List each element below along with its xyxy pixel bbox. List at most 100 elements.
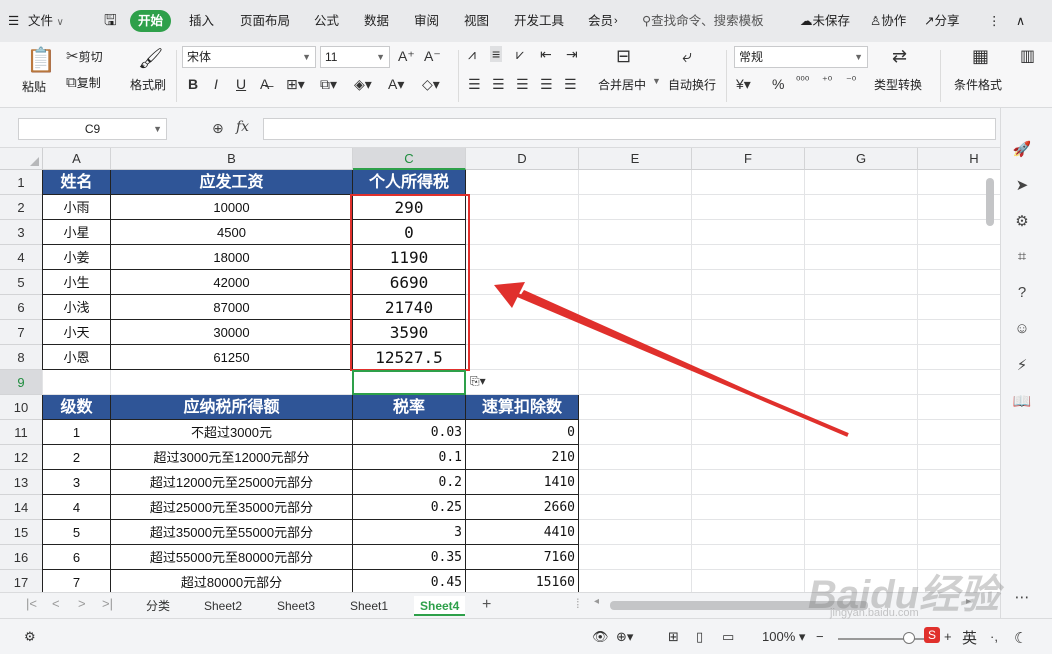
paste-button[interactable]: 粘贴 (22, 78, 46, 95)
more-options-icon[interactable]: ⋯ (1011, 588, 1033, 606)
sheet-tab-active[interactable]: Sheet4 (414, 596, 466, 616)
last-sheet-icon[interactable]: >| (102, 596, 113, 611)
ime-mode[interactable]: 英 (962, 627, 977, 648)
tab-view[interactable]: 视图 (464, 10, 489, 32)
lightning-icon[interactable]: ⚡ (1011, 356, 1033, 374)
tab-formula[interactable]: 公式 (314, 10, 339, 32)
align-right-icon[interactable]: ☰ (516, 76, 529, 93)
align-top-icon[interactable]: ⩘ (468, 46, 476, 63)
align-middle-icon[interactable]: ≡ (490, 46, 503, 62)
formula-input[interactable] (263, 118, 996, 140)
number-format-select[interactable]: 常规 ▼ (734, 46, 868, 68)
font-color-icon[interactable]: A▾ (388, 76, 404, 93)
chevron-down-icon[interactable]: ▼ (652, 76, 661, 86)
convert-icon[interactable]: ⇄ (892, 46, 907, 67)
robot-icon[interactable]: ☺ (1011, 320, 1033, 337)
decrease-decimal-icon[interactable]: ⁻⁰ (846, 74, 856, 87)
tab-page-layout[interactable]: 页面布局 (240, 10, 290, 32)
zoom-level[interactable]: 100% ▾ (762, 629, 805, 645)
indent-decrease-icon[interactable]: ⇤ (540, 46, 552, 63)
distribute-icon[interactable]: ☰ (564, 76, 577, 93)
rocket-icon[interactable]: 🚀 (1011, 140, 1033, 158)
macro-icon[interactable]: ⚙ (24, 629, 36, 645)
prev-sheet-icon[interactable]: < (52, 596, 60, 611)
center-icon[interactable]: ⊕▾ (616, 629, 633, 645)
conditional-format-button[interactable]: 条件格式 (954, 76, 1002, 93)
unsaved-status[interactable]: ☁未保存 (800, 10, 850, 32)
book-icon[interactable]: 📖 (1011, 392, 1033, 410)
moon-icon[interactable]: ☾ (1014, 629, 1027, 647)
border-icon[interactable]: ⊞▾ (286, 76, 305, 93)
merge-center-button[interactable]: 合并居中 (598, 76, 646, 93)
punct-icon[interactable]: ·, (990, 629, 998, 644)
italic-icon[interactable]: I (214, 76, 218, 92)
font-size-select[interactable]: 11 ▼ (320, 46, 390, 68)
sliders-icon[interactable]: ⚙ (1011, 212, 1033, 230)
sheet-tab[interactable]: Sheet1 (350, 596, 388, 616)
tab-home[interactable]: 开始 (130, 10, 172, 32)
wrap-text-button[interactable]: 自动换行 (668, 76, 716, 93)
collapse-ribbon-icon[interactable]: ∧ (1016, 10, 1025, 32)
shape-icon[interactable]: ⌗ (1011, 248, 1033, 265)
align-left-icon[interactable]: ☰ (468, 76, 481, 93)
spreadsheet-grid[interactable]: ABCDEFGH 1 2 3 4 5 6 7 8 9 10 11 12 13 14 15 16 17 姓名 应发工… (0, 148, 1000, 592)
tab-data[interactable]: 数据 (364, 10, 389, 32)
zoom-in-icon[interactable]: + (944, 629, 952, 644)
justify-icon[interactable]: ☰ (540, 76, 553, 93)
scroll-left-icon[interactable]: ◂ (594, 596, 599, 607)
wrap-text-icon[interactable]: ⤶ (682, 46, 692, 67)
next-sheet-icon[interactable]: > (78, 596, 86, 611)
percent-icon[interactable]: % (772, 76, 784, 92)
zoom-slider[interactable] (838, 638, 938, 640)
increase-decimal-icon[interactable]: ⁺⁰ (822, 74, 832, 87)
page-break-view-icon[interactable]: ▭ (722, 629, 734, 645)
normal-view-icon[interactable]: ⊞ (668, 629, 679, 645)
cut-button[interactable]: ✂剪切 (66, 48, 103, 65)
scroll-thumb[interactable] (986, 178, 994, 226)
align-center-icon[interactable]: ☰ (492, 76, 505, 93)
copy-button[interactable]: ⧉复制 (66, 74, 101, 91)
command-search[interactable]: ⚲查找命令、搜索模板 (642, 10, 764, 32)
type-convert-button[interactable]: 类型转换 (874, 76, 922, 93)
paste-icon[interactable]: 📋 (26, 46, 56, 75)
chevron-right-icon[interactable]: › (614, 10, 618, 32)
hamburger-icon[interactable]: ☰ (8, 10, 19, 32)
save-icon[interactable]: 🖫 (104, 10, 117, 32)
sheet-tab[interactable]: Sheet2 (204, 596, 242, 616)
file-menu[interactable]: 文件 ∨ (28, 10, 64, 32)
sheet-tab[interactable]: Sheet3 (277, 596, 315, 616)
page-layout-view-icon[interactable]: ▯ (696, 629, 703, 645)
conditional-format-icon[interactable]: ▦ (972, 46, 989, 67)
fill-color-icon[interactable]: ◈▾ (354, 76, 372, 93)
share-button[interactable]: ↗分享 (924, 10, 960, 32)
align-bottom-icon[interactable]: ⩗ (516, 46, 524, 63)
add-sheet-icon[interactable]: + (482, 596, 491, 614)
bold-icon[interactable]: B (188, 76, 198, 92)
indent-increase-icon[interactable]: ⇥ (566, 46, 578, 63)
underline-icon[interactable]: U (236, 76, 246, 92)
zoom-slider-knob[interactable] (903, 632, 915, 644)
merge-icon[interactable]: ⊟ (616, 46, 631, 67)
cell-style-icon[interactable]: ⧉▾ (320, 76, 337, 93)
currency-icon[interactable]: ¥▾ (736, 76, 751, 93)
vertical-scrollbar[interactable] (984, 170, 996, 590)
eraser-icon[interactable]: ◇▾ (422, 76, 440, 93)
tab-insert[interactable]: 插入 (189, 10, 214, 32)
increase-font-icon[interactable]: A⁺ (398, 48, 415, 65)
font-name-select[interactable]: 宋体 ▼ (182, 46, 316, 68)
tab-developer[interactable]: 开发工具 (514, 10, 564, 32)
help-icon[interactable]: ? (1011, 284, 1033, 301)
more-icon[interactable]: ⋮ (988, 10, 1001, 32)
sheet-tab[interactable]: 分类 (146, 596, 170, 616)
split-handle-icon[interactable]: ⁞ (576, 596, 580, 611)
tab-review[interactable]: 审阅 (414, 10, 439, 32)
brush-icon[interactable]: 🖌 (138, 46, 163, 71)
collab-button[interactable]: ♙协作 (870, 10, 906, 32)
cursor-icon[interactable]: ➤ (1011, 176, 1033, 194)
zoom-out-icon[interactable]: − (816, 629, 824, 644)
strikethrough-icon[interactable]: A̶ (260, 76, 269, 92)
decrease-font-icon[interactable]: A⁻ (424, 48, 441, 65)
zoom-search-icon[interactable]: ⊕ (212, 120, 224, 137)
eye-protect-icon[interactable]: 👁 (592, 629, 609, 645)
fx-icon[interactable]: fx (236, 119, 249, 135)
